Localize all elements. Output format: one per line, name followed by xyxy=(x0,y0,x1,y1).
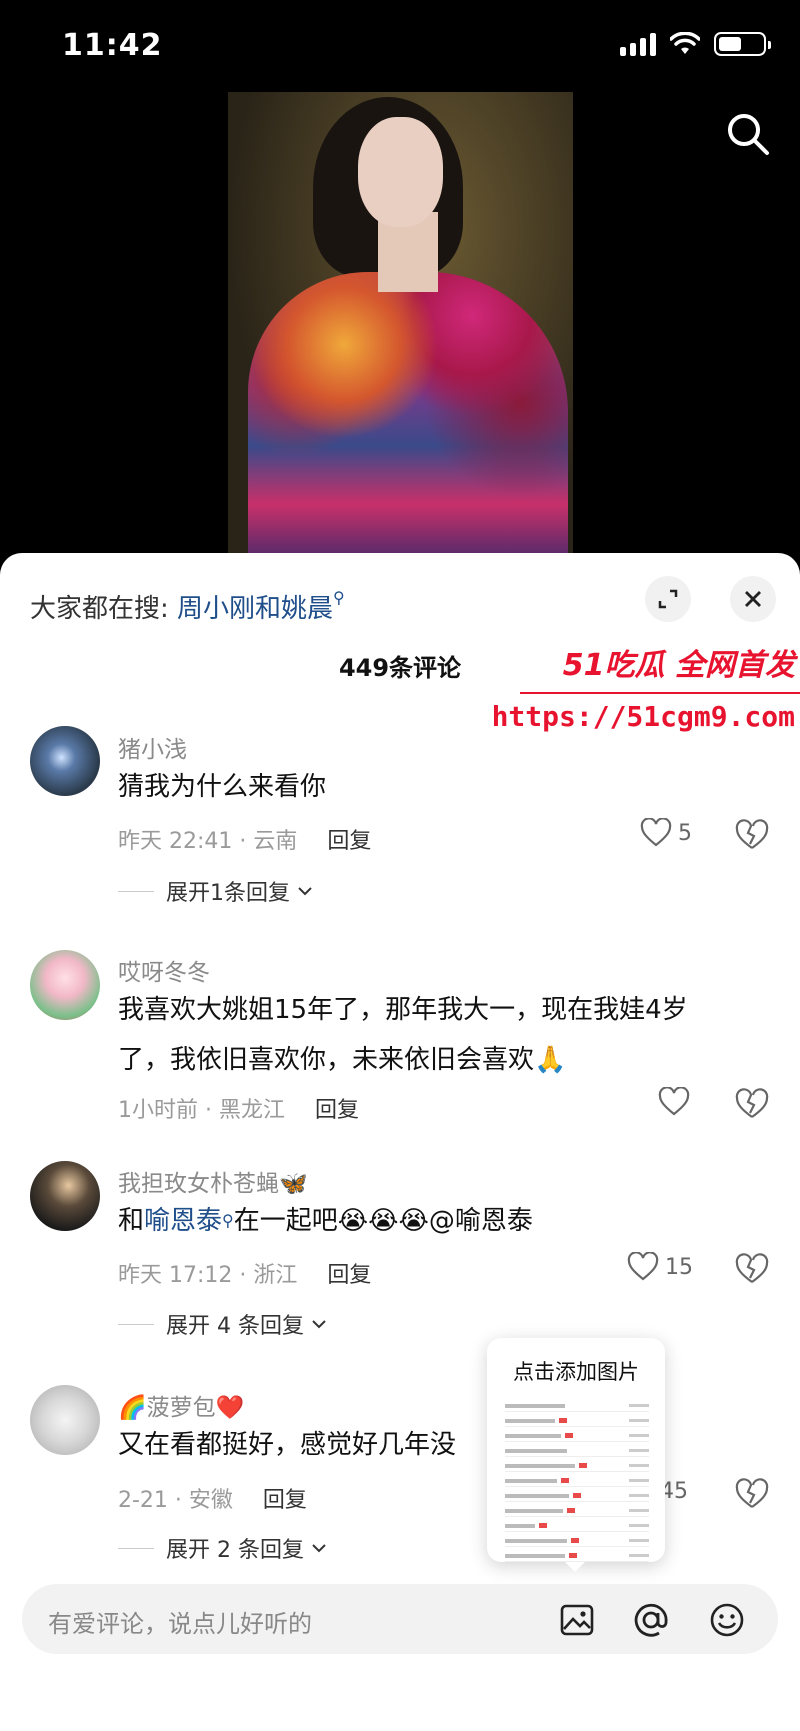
mention-link[interactable]: 喻恩泰 xyxy=(144,1206,222,1236)
screen: 11:42 大家都在搜: 周小刚和姚晨⚲ 449条评论 51吃瓜 全网首发 ht… xyxy=(0,0,800,1731)
reply-button[interactable]: 回复 xyxy=(315,1098,359,1123)
avatar[interactable] xyxy=(30,950,100,1020)
expand-replies-label: 展开 4 条回复 xyxy=(166,1314,304,1339)
emoji: 😭😭😭 xyxy=(337,1206,429,1236)
image-icon[interactable] xyxy=(558,1601,596,1639)
signal-icon xyxy=(620,32,656,56)
comment-input-bar[interactable]: 有爱评论，说点儿好听的 xyxy=(22,1584,778,1654)
broken-heart-icon[interactable] xyxy=(735,1252,769,1286)
heart-icon xyxy=(658,1087,690,1116)
watermark: 51吃瓜 全网首发 https://51cgm9.com xyxy=(492,640,800,740)
chevron-down-icon xyxy=(312,1544,326,1553)
wifi-icon xyxy=(670,32,700,54)
watermark-title: 51吃瓜 全网首发 xyxy=(562,648,795,683)
close-button[interactable] xyxy=(730,576,776,622)
search-small-icon: ⚲ xyxy=(333,588,345,607)
heart-icon xyxy=(640,818,672,847)
emoji: 🌈 xyxy=(118,1395,147,1421)
broken-heart-icon[interactable] xyxy=(735,818,769,852)
like-button[interactable]: 5 xyxy=(640,818,692,848)
emoji: ❤️ xyxy=(215,1395,245,1421)
comment-text: 我喜欢大姚姐15年了，那年我大一，现在我娃4岁 了，我依旧喜欢你，未来依旧会喜欢… xyxy=(118,985,768,1085)
reply-button[interactable]: 回复 xyxy=(263,1488,307,1513)
heart-icon xyxy=(627,1252,659,1281)
comment-username-text: 我担玫女朴苍蝇 xyxy=(118,1171,279,1197)
chevron-down-icon xyxy=(298,887,312,896)
add-image-popup[interactable]: 点击添加图片 xyxy=(487,1338,665,1572)
expand-replies[interactable]: 展开 4 条回复 xyxy=(118,1308,328,1340)
mention-user[interactable]: @喻恩泰 xyxy=(429,1206,533,1236)
popup-title: 点击添加图片 xyxy=(513,1360,639,1384)
expand-replies[interactable]: 展开1条回复 xyxy=(118,875,314,907)
comment-time-location: 昨天 22:41 · 云南 xyxy=(118,829,298,854)
avatar[interactable] xyxy=(30,1385,100,1455)
reply-button[interactable]: 回复 xyxy=(327,829,371,854)
search-small-icon: ⚲ xyxy=(222,1211,234,1230)
comment-meta: 2-21 · 安徽 回复 xyxy=(118,1482,307,1514)
like-count: 15 xyxy=(665,1254,693,1280)
comment-meta: 昨天 22:41 · 云南 回复 xyxy=(118,823,371,855)
hot-search-keyword[interactable]: 周小刚和姚晨 xyxy=(177,594,333,624)
popup-preview xyxy=(505,1400,649,1565)
chevron-down-icon xyxy=(312,1320,326,1329)
comment-meta: 昨天 17:12 · 浙江 回复 xyxy=(118,1257,371,1289)
comment-text: 又在看都挺好，感觉好几年没 xyxy=(118,1430,457,1460)
like-count: 5 xyxy=(678,820,692,846)
search-icon[interactable] xyxy=(724,110,772,158)
emoji-icon[interactable] xyxy=(708,1601,746,1639)
broken-heart-icon[interactable] xyxy=(735,1477,769,1511)
like-button[interactable]: 15 xyxy=(627,1252,693,1282)
comment-text: 猜我为什么来看你 xyxy=(118,772,327,802)
emoji: 🙏 xyxy=(534,1045,567,1075)
expand-replies[interactable]: 展开 2 条回复 xyxy=(118,1532,328,1564)
comment-username[interactable]: 🌈菠萝包❤️ xyxy=(118,1388,244,1422)
status-bar: 11:42 xyxy=(0,0,800,95)
avatar[interactable] xyxy=(30,1161,100,1231)
comment-text-line2-wrap: 了，我依旧喜欢你，未来依旧会喜欢🙏 xyxy=(118,1035,768,1085)
like-button[interactable] xyxy=(658,1087,690,1117)
battery-icon xyxy=(714,32,771,56)
close-icon xyxy=(745,591,761,607)
comment-time-location: 昨天 17:12 · 浙江 xyxy=(118,1263,298,1288)
hot-search[interactable]: 大家都在搜: 周小刚和姚晨⚲ xyxy=(30,588,345,625)
watermark-divider xyxy=(520,692,800,694)
expand-icon xyxy=(658,589,678,609)
comment-text-prefix: 和 xyxy=(118,1206,145,1236)
comment-time-location: 2-21 · 安徽 xyxy=(118,1488,233,1513)
comment-username[interactable]: 哎呀冬冬 xyxy=(118,953,210,987)
comment-text: 和喻恩泰⚲在一起吧😭😭😭@喻恩泰 xyxy=(118,1196,768,1246)
expand-button[interactable] xyxy=(645,576,691,622)
hot-search-prefix: 大家都在搜: xyxy=(30,594,169,624)
status-time: 11:42 xyxy=(62,28,163,63)
avatar[interactable] xyxy=(30,726,100,796)
at-icon[interactable] xyxy=(632,1601,670,1639)
reply-button[interactable]: 回复 xyxy=(327,1263,371,1288)
post-image[interactable] xyxy=(228,92,573,554)
comment-input[interactable]: 有爱评论，说点儿好听的 xyxy=(48,1604,312,1639)
emoji: 🦋 xyxy=(279,1171,308,1197)
comment-text-mid: 在一起吧 xyxy=(233,1206,338,1236)
comment-username-text: 菠萝包 xyxy=(146,1395,216,1421)
expand-replies-label: 展开1条回复 xyxy=(166,881,290,906)
broken-heart-icon[interactable] xyxy=(735,1087,769,1121)
comment-meta: 1小时前 · 黑龙江 回复 xyxy=(118,1092,359,1124)
comment-time-location: 1小时前 · 黑龙江 xyxy=(118,1098,285,1123)
comment-username[interactable]: 我担玫女朴苍蝇🦋 xyxy=(118,1164,308,1198)
watermark-url: https://51cgm9.com xyxy=(491,700,795,733)
expand-replies-label: 展开 2 条回复 xyxy=(166,1538,304,1563)
comment-text-line1: 我喜欢大姚姐15年了，那年我大一，现在我娃4岁 xyxy=(118,995,688,1025)
comment-username[interactable]: 猪小浅 xyxy=(118,730,187,764)
comment-text-line2: 了，我依旧喜欢你，未来依旧会喜欢 xyxy=(118,1045,535,1075)
